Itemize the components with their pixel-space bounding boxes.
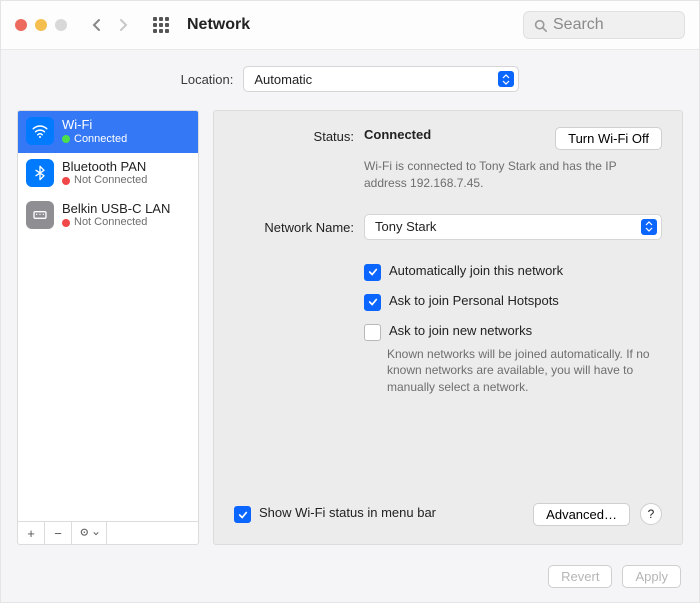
service-name: Wi-Fi — [62, 117, 127, 133]
search-placeholder: Search — [553, 16, 604, 34]
footer: Revert Apply — [1, 555, 699, 602]
auto-join-checkbox[interactable]: Automatically join this network — [364, 263, 662, 281]
search-field[interactable]: Search — [523, 11, 685, 39]
service-name: Bluetooth PAN — [62, 159, 147, 175]
titlebar: Network Search — [1, 1, 699, 50]
service-status: Not Connected — [74, 216, 147, 229]
ask-new-checkbox[interactable]: Ask to join new networks — [364, 323, 662, 341]
popup-arrows-icon — [498, 71, 514, 87]
service-name: Belkin USB-C LAN — [62, 201, 170, 217]
bluetooth-icon — [26, 159, 54, 187]
ask-new-label: Ask to join new networks — [389, 323, 532, 338]
service-toolbar: + − — [18, 521, 198, 544]
sidebar-item-ethernet[interactable]: Belkin USB-C LAN Not Connected — [18, 195, 198, 237]
ask-hotspot-checkbox[interactable]: Ask to join Personal Hotspots — [364, 293, 662, 311]
status-dot-icon — [62, 177, 70, 185]
toggle-wifi-button[interactable]: Turn Wi-Fi Off — [555, 127, 662, 150]
forward-button[interactable] — [111, 13, 135, 37]
status-dot-icon — [62, 219, 70, 227]
nav-arrows — [85, 13, 135, 37]
add-service-button[interactable]: + — [18, 522, 45, 544]
ask-hotspot-label: Ask to join Personal Hotspots — [389, 293, 559, 308]
search-icon — [534, 19, 547, 32]
ask-new-note: Known networks will be joined automatica… — [387, 346, 657, 396]
location-popup[interactable]: Automatic — [243, 66, 519, 92]
network-name-value: Tony Stark — [375, 219, 436, 234]
popup-arrows-icon — [641, 219, 657, 235]
auto-join-label: Automatically join this network — [389, 263, 563, 278]
show-menubar-label: Show Wi-Fi status in menu bar — [259, 505, 436, 520]
remove-service-button[interactable]: − — [45, 522, 72, 544]
toolbar-spacer — [107, 522, 198, 544]
detail-panel: Status: Connected Turn Wi-Fi Off Wi-Fi i… — [213, 110, 683, 545]
network-name-label: Network Name: — [234, 218, 354, 235]
network-name-popup[interactable]: Tony Stark — [364, 214, 662, 240]
sidebar-item-wifi[interactable]: Wi-Fi Connected — [18, 111, 198, 153]
window-controls — [15, 19, 67, 31]
service-status: Not Connected — [74, 174, 147, 187]
advanced-button[interactable]: Advanced… — [533, 503, 630, 526]
service-list: Wi-Fi Connected Bluetooth PAN Not Connec… — [17, 110, 199, 545]
status-label: Status: — [234, 127, 354, 150]
revert-button[interactable]: Revert — [548, 565, 612, 588]
status-note: Wi-Fi is connected to Tony Stark and has… — [364, 158, 662, 192]
close-button[interactable] — [15, 19, 27, 31]
show-menubar-checkbox[interactable]: Show Wi-Fi status in menu bar — [234, 505, 436, 523]
zoom-button[interactable] — [55, 19, 67, 31]
back-button[interactable] — [85, 13, 109, 37]
sidebar-item-bluetooth[interactable]: Bluetooth PAN Not Connected — [18, 153, 198, 195]
ethernet-icon — [26, 201, 54, 229]
wifi-icon — [26, 117, 54, 145]
minimize-button[interactable] — [35, 19, 47, 31]
location-row: Location: Automatic — [1, 50, 699, 110]
service-actions-button[interactable] — [72, 522, 107, 544]
window-title: Network — [187, 16, 250, 34]
all-prefs-icon[interactable] — [153, 17, 169, 33]
location-value: Automatic — [254, 72, 312, 87]
service-status: Connected — [74, 133, 127, 146]
help-button[interactable]: ? — [640, 503, 662, 525]
status-value: Connected — [364, 127, 431, 142]
location-label: Location: — [181, 72, 234, 87]
status-dot-icon — [62, 135, 70, 143]
apply-button[interactable]: Apply — [622, 565, 681, 588]
